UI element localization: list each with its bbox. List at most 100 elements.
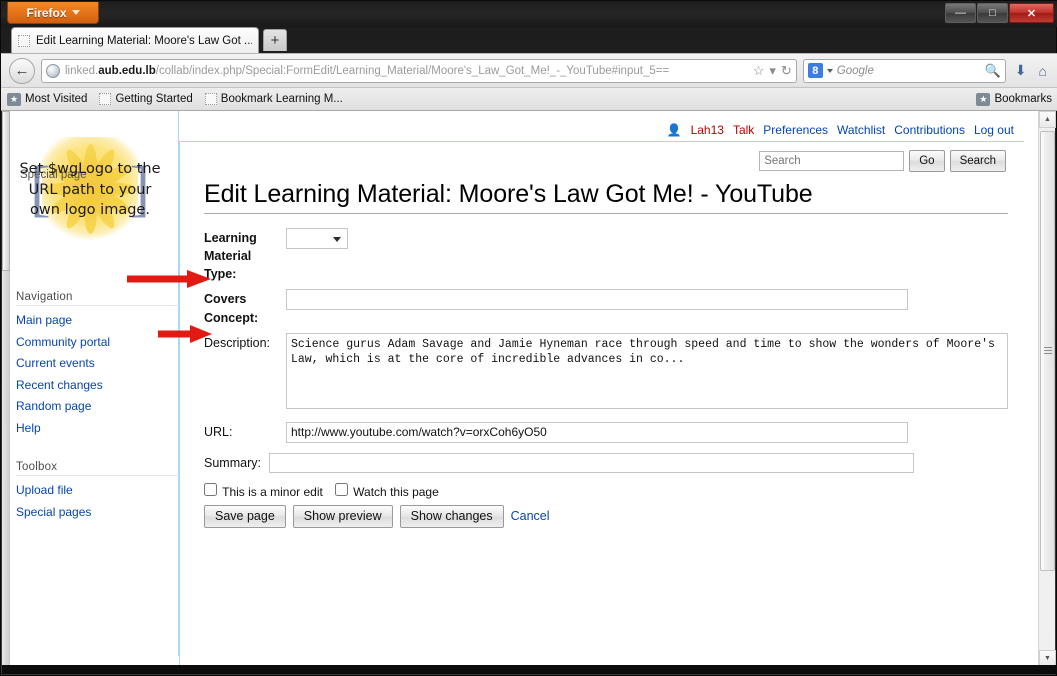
address-bar[interactable]: linked.aub.edu.lb/collab/index.php/Speci… [41,58,797,83]
scrollbar-grip-icon [1044,347,1052,355]
reload-icon[interactable]: ↻ [781,63,792,79]
downloads-icon[interactable]: ⬇ [1012,62,1030,79]
search-input[interactable] [759,151,905,171]
personal-link-watchlist[interactable]: Watchlist [837,123,885,137]
outer-scrollbar-thumb[interactable] [2,111,10,271]
field-row-learning-material-type: Learning Material Type: [204,228,1008,283]
personal-link-logout[interactable]: Log out [974,123,1014,137]
window-controls: — □ ✕ [945,3,1054,23]
user-icon: 👤 [666,123,682,137]
dotted-favicon-icon [204,93,217,105]
personal-link-talk[interactable]: Talk [733,123,754,137]
minor-edit-checkbox-label[interactable]: This is a minor edit [204,482,323,499]
watch-page-checkbox[interactable] [334,482,348,496]
url-input[interactable] [286,421,908,443]
dotted-favicon-icon [18,34,30,47]
new-tab-button[interactable]: + [263,29,287,51]
vertical-scrollbar[interactable]: ▲ ▼ [1038,111,1056,667]
wiki-page: 👤 Lah13 Talk Preferences Watchlist Contr… [2,111,1024,668]
edit-form: Learning Material Type: Covers Concept: [204,214,1008,528]
tab-title: Edit Learning Material: Moore's Law Got … [36,34,252,47]
search-button[interactable]: Search [949,150,1006,172]
google-icon[interactable]: 8 [807,63,823,78]
sidebar: [] Set $wgLogo to the URL path to your o… [2,111,179,656]
bookmarks-toolbar: ★ Most Visited Getting Started Bookmark … [1,87,1057,111]
edit-options: Summary: This is a minor edit Watch this… [204,452,1008,528]
bookmarks-menu-label: Bookmarks [994,93,1052,105]
page-viewport: 👤 Lah13 Talk Preferences Watchlist Contr… [2,111,1041,668]
bookmark-label: Getting Started [115,93,193,105]
list-item: Random page [16,397,179,415]
sidebar-item-special-pages[interactable]: Special pages [16,505,91,519]
field-label: URL: [204,424,233,439]
personal-tools: 👤 Lah13 Talk Preferences Watchlist Contr… [667,123,1014,137]
browser-tab-active[interactable]: Edit Learning Material: Moore's Law Got … [11,27,259,53]
title-bar: Firefox — □ ✕ [1,1,1057,27]
minor-edit-checkbox[interactable] [204,482,217,496]
outer-scrollbar-track[interactable] [2,111,10,668]
maximize-button[interactable]: □ [977,3,1008,23]
star-bookmark-icon: ★ [976,92,991,106]
sidebar-item-recent-changes[interactable]: Recent changes [16,378,103,392]
summary-input[interactable] [268,452,914,473]
scrollbar-thumb[interactable] [1040,131,1055,571]
chevron-down-icon [71,10,80,15]
sidebar-item-community-portal[interactable]: Community portal [16,335,110,349]
sidebar-item-help[interactable]: Help [16,421,41,435]
logo-placeholder-text: Set $wgLogo to the URL path to your own … [19,161,161,219]
bookmarks-menu[interactable]: ★ Bookmarks [976,92,1052,106]
personal-link-contributions[interactable]: Contributions [894,123,965,137]
navigation-toolbar: ← linked.aub.edu.lb/collab/index.php/Spe… [1,53,1057,87]
browser-window: Firefox — □ ✕ Edit Learning Material: Mo… [0,0,1057,676]
bookmark-label: Bookmark Learning M... [220,93,343,105]
save-page-button[interactable]: Save page [204,504,286,528]
personal-link-preferences[interactable]: Preferences [763,123,828,137]
list-item: Main page [16,311,179,329]
wiki-logo[interactable]: [] Set $wgLogo to the URL path to your o… [14,131,166,249]
bookmark-star-icon[interactable]: ☆ [753,63,765,79]
window-bottom-edge [2,665,1057,674]
personal-link-user[interactable]: Lah13 [691,123,724,137]
content-area: Go Search Edit Learning Material: Moore'… [179,141,1024,668]
go-button[interactable]: Go [909,150,945,172]
field-label: Covers Concept: [204,292,259,325]
watch-page-checkbox-label[interactable]: Watch this page [334,482,439,499]
search-icon[interactable]: 🔍 [985,63,1001,79]
list-item: Community portal [16,333,179,351]
bookmark-getting-started[interactable]: Getting Started [99,93,193,105]
scroll-up-button[interactable]: ▲ [1039,111,1056,128]
covers-concept-input[interactable] [286,289,908,311]
minimize-button[interactable]: — [945,3,976,23]
back-button[interactable]: ← [9,57,35,84]
list-item: Help [16,419,179,437]
tab-strip: Edit Learning Material: Moore's Law Got … [1,25,1057,53]
field-label: Learning Material Type: [204,231,257,282]
sidebar-item-main-page[interactable]: Main page [16,313,72,327]
summary-row: Summary: [204,452,1008,473]
learning-material-type-select[interactable] [286,228,348,249]
search-bar[interactable]: 8 Google 🔍 [802,58,1006,83]
home-icon[interactable]: ⌂ [1036,63,1050,79]
field-row-url: URL: [204,421,1008,443]
wiki-search-form: Go Search [759,150,1006,172]
bookmark-most-visited[interactable]: ★ Most Visited [7,92,88,106]
sidebar-item-upload-file[interactable]: Upload file [16,483,73,497]
sidebar-section-navigation: Navigation Main page Community portal Cu… [2,291,179,440]
sidebar-item-current-events[interactable]: Current events [16,356,95,370]
watch-page-label: Watch this page [353,484,439,499]
chevron-down-icon[interactable] [826,68,833,73]
minor-edit-label: This is a minor edit [222,484,323,499]
field-row-description: Description: Science gurus Adam Savage a… [204,332,1008,412]
bookmark-label: Most Visited [25,93,88,105]
show-preview-button[interactable]: Show preview [292,504,393,528]
description-textarea[interactable]: Science gurus Adam Savage and Jamie Hyne… [286,332,1008,409]
chevron-down-icon[interactable]: ▾ [769,63,776,79]
sidebar-section-title: Navigation [16,291,73,303]
field-row-covers-concept: Covers Concept: [204,289,1008,326]
cancel-link[interactable]: Cancel [511,509,550,523]
show-changes-button[interactable]: Show changes [399,504,504,528]
bookmark-learning-material[interactable]: Bookmark Learning M... [204,93,343,105]
sidebar-item-random-page[interactable]: Random page [16,399,91,413]
close-button[interactable]: ✕ [1009,3,1054,23]
firefox-menu-button[interactable]: Firefox [7,2,99,24]
